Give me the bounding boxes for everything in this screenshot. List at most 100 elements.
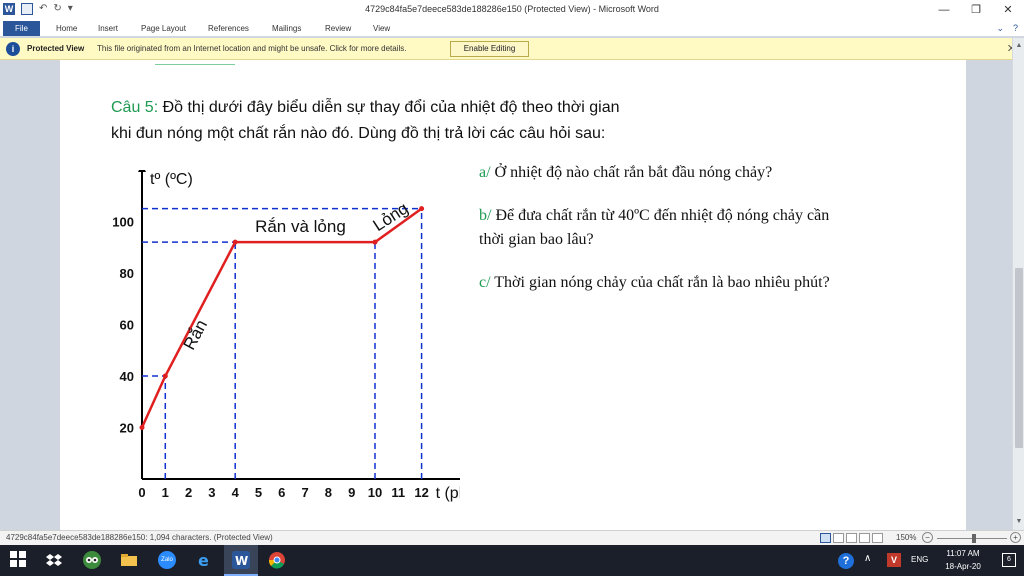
item-a-label: a/ [479,164,491,181]
help-icon[interactable]: ? [1013,21,1018,36]
annotation-1: Rắn và lỏng [255,217,346,236]
x-tick-label-3: 3 [208,485,215,500]
vietkey-icon[interactable]: V [887,553,901,567]
item-b-text-2: thời gian bao lâu? [479,231,594,248]
status-text: 4729c84fa5e7deece583de188286e150: 1,094 … [6,533,273,542]
full-screen-view-button[interactable] [833,533,844,543]
windows-icon [10,551,26,567]
enable-editing-button[interactable]: Enable Editing [450,41,529,57]
question-line-1: Đồ thị dưới đây biểu diễn sự thay đổi củ… [158,99,620,116]
data-point-3 [372,239,378,245]
scroll-thumb[interactable] [1015,268,1023,448]
start-button[interactable] [10,551,28,569]
x-tick-label-11: 11 [391,485,405,500]
language-indicator[interactable]: ENG [911,555,928,564]
word-icon[interactable]: W [232,551,250,569]
show-hidden-icons-icon[interactable]: ∧ [864,553,871,564]
y-axis-label: tº (ºC) [150,171,193,188]
x-tick-label-7: 7 [301,485,308,500]
restore-button[interactable]: ❐ [960,0,992,20]
x-tick-label-5: 5 [255,485,262,500]
scroll-up-icon[interactable]: ▲ [1013,40,1024,52]
print-layout-view-button[interactable] [820,533,831,543]
svg-text:e: e [198,551,209,569]
x-tick-label-6: 6 [278,485,285,500]
document-area: Câu 5: Đồ thị dưới đây biểu diễn sự thay… [0,60,1012,530]
x-tick-label-4: 4 [232,485,240,500]
help-tray-icon[interactable]: ? [838,553,854,569]
temperature-chart: 012345678910111220406080100t (phút)tº (º… [112,170,460,502]
annotation-0: Rắn [180,317,211,353]
title-bar: W ↶ ↻ ▾ 4729c84fa5e7deece583de188286e150… [0,0,1024,20]
taskbar: Zalo e W ? ∧ V ENG 11:07 AM 18-Apr-20 6 [0,545,1024,576]
draft-view-button[interactable] [872,533,883,543]
notification-icon[interactable]: 6 [1002,553,1016,567]
clock-time[interactable]: 11:07 AM [934,549,992,558]
tab-file[interactable]: File [3,21,40,36]
view-buttons [820,533,883,543]
clock-date[interactable]: 18-Apr-20 [934,562,992,571]
tab-references[interactable]: References [208,21,249,36]
item-c-label: c/ [479,274,491,291]
tab-page-layout[interactable]: Page Layout [141,21,186,36]
vertical-scrollbar[interactable]: ▲ ▼ [1012,38,1024,530]
x-tick-label-10: 10 [368,485,382,500]
scroll-down-icon[interactable]: ▼ [1013,516,1024,528]
y-tick-label-100: 100 [112,215,134,230]
protected-view-bar: i Protected View This file originated fr… [0,38,1024,60]
x-tick-label-12: 12 [414,485,428,500]
dropbox-icon[interactable] [45,551,63,569]
zalo-icon[interactable]: Zalo [158,551,176,569]
tab-review[interactable]: Review [325,21,351,36]
item-c-text: Thời gian nóng chảy của chất rắn là bao … [490,274,830,291]
minimize-button[interactable]: — [928,0,960,20]
x-tick-label-0: 0 [138,485,145,500]
status-bar: 4729c84fa5e7deece583de188286e150: 1,094 … [0,530,1024,545]
question-heading: Câu 5: Đồ thị dưới đây biểu diễn sự thay… [111,99,620,117]
y-tick-label-60: 60 [120,318,134,333]
x-tick-label-8: 8 [325,485,332,500]
x-axis-label: t (phút) [436,485,460,502]
question-item-a: a/ Ở nhiệt độ nào chất rắn bắt đầu nóng … [479,161,772,185]
ribbon-tabs: File Home Insert Page Layout References … [0,20,1024,37]
info-icon: i [6,42,20,56]
zoom-slider-thumb[interactable] [972,534,976,543]
data-point-0 [139,425,145,430]
tab-home[interactable]: Home [56,21,77,36]
y-tick-label-40: 40 [120,369,134,384]
item-a-text: Ở nhiệt độ nào chất rắn bắt đầu nóng chả… [490,164,773,181]
tab-insert[interactable]: Insert [98,21,118,36]
x-tick-label-9: 9 [348,485,355,500]
zoom-out-button[interactable]: − [922,532,933,543]
zoom-level[interactable]: 150% [896,533,916,542]
x-tick-label-1: 1 [162,485,169,500]
expand-ribbon-icon[interactable]: ⌄ [996,21,1004,36]
page-marker [155,64,235,65]
window-controls: — ❐ ✕ [928,0,1024,20]
x-tick-label-2: 2 [185,485,192,500]
edge-icon[interactable]: e [196,551,214,570]
data-point-1 [162,373,168,379]
y-axis-arrow [138,170,146,172]
question-line-2: khi đun nóng một chất rắn nào đó. Dùng đ… [111,125,606,142]
item-b-text: Để đưa chất rắn từ 40ºC đến nhiệt độ nón… [491,207,830,224]
svg-text:W: W [235,554,248,568]
question-item-b: b/ Để đưa chất rắn từ 40ºC đến nhiệt độ … [479,204,829,252]
tripadvisor-icon[interactable] [83,551,101,569]
y-tick-label-80: 80 [120,266,134,281]
window-title: 4729c84fa5e7deece583de188286e150 (Protec… [365,4,659,14]
document-page: Câu 5: Đồ thị dưới đây biểu diễn sự thay… [60,60,966,530]
tab-view[interactable]: View [373,21,390,36]
file-explorer-icon[interactable] [120,551,138,569]
zoom-in-button[interactable]: + [1010,532,1021,543]
y-tick-label-20: 20 [120,421,134,436]
question-item-c: c/ Thời gian nóng chảy của chất rắn là b… [479,271,830,295]
item-b-label: b/ [479,207,492,224]
tab-mailings[interactable]: Mailings [272,21,301,36]
ribbon-help-area: ⌄ ? [996,21,1018,36]
chrome-icon[interactable] [268,551,286,569]
web-layout-view-button[interactable] [846,533,857,543]
outline-view-button[interactable] [859,533,870,543]
close-button[interactable]: ✕ [992,0,1024,20]
protected-view-message[interactable]: This file originated from an Internet lo… [97,44,407,53]
